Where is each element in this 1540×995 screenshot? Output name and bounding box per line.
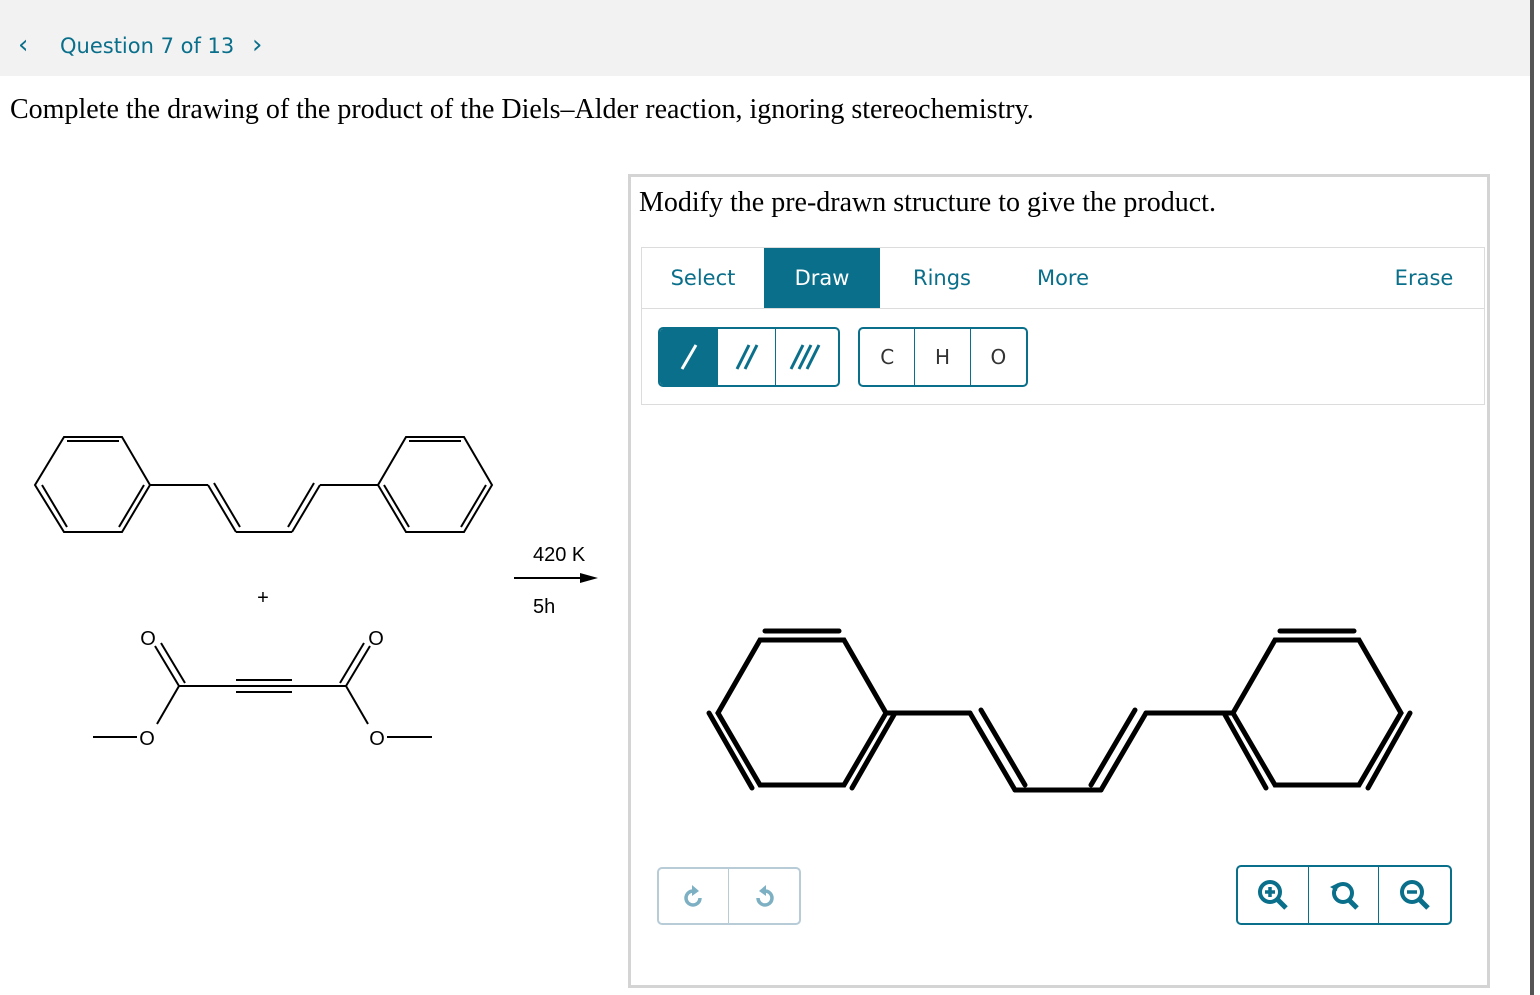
dienophile-structure bbox=[93, 642, 432, 738]
triple-bond-icon bbox=[789, 344, 821, 370]
bond-tool-group bbox=[658, 327, 840, 387]
oxygen-label: O bbox=[368, 628, 384, 650]
question-counter[interactable]: Question 7 of 13 bbox=[60, 34, 234, 58]
zoom-reset-button[interactable] bbox=[1309, 867, 1380, 923]
oxygen-label: O bbox=[139, 728, 155, 750]
history-tool-group bbox=[657, 867, 801, 925]
reaction-arrow bbox=[514, 573, 598, 583]
window-edge bbox=[1530, 0, 1534, 995]
atom-tool-group: C H O bbox=[858, 327, 1028, 387]
tab-rings[interactable]: Rings bbox=[880, 248, 1004, 308]
chevron-left-icon[interactable]: ‹ bbox=[18, 30, 28, 60]
single-bond-button[interactable] bbox=[660, 329, 718, 385]
plus-sign: + bbox=[257, 587, 269, 609]
zoom-out-icon bbox=[1399, 880, 1430, 910]
tab-more[interactable]: More bbox=[1004, 248, 1122, 308]
predrawn-structure[interactable] bbox=[706, 628, 1413, 793]
draw-toolbar: C H O bbox=[641, 309, 1485, 405]
atom-hydrogen-button[interactable]: H bbox=[915, 329, 971, 385]
question-prompt: Complete the drawing of the product of t… bbox=[10, 94, 1034, 125]
triple-bond-button[interactable] bbox=[776, 329, 834, 385]
reaction-temperature: 420 K bbox=[533, 544, 586, 566]
zoom-out-button[interactable] bbox=[1379, 867, 1450, 923]
atom-carbon-button[interactable]: C bbox=[860, 329, 916, 385]
tab-select[interactable]: Select bbox=[642, 248, 764, 308]
double-bond-icon bbox=[735, 344, 758, 370]
diene-structure bbox=[33, 436, 494, 533]
zoom-tool-group bbox=[1236, 865, 1452, 925]
panel-instruction: Modify the pre-drawn structure to give t… bbox=[639, 187, 1216, 218]
zoom-in-button[interactable] bbox=[1238, 867, 1309, 923]
redo-icon bbox=[756, 885, 774, 907]
undo-button[interactable] bbox=[659, 869, 729, 923]
atom-oxygen-button[interactable]: O bbox=[971, 329, 1026, 385]
reaction-time: 5h bbox=[533, 596, 555, 618]
chevron-right-icon[interactable]: › bbox=[252, 30, 262, 60]
oxygen-label: O bbox=[369, 728, 385, 750]
tab-draw[interactable]: Draw bbox=[764, 248, 880, 308]
undo-icon bbox=[683, 885, 702, 907]
double-bond-button[interactable] bbox=[718, 329, 776, 385]
zoom-reset-icon bbox=[1329, 882, 1359, 910]
redo-button[interactable] bbox=[729, 869, 799, 923]
tool-tabs: Select Draw Rings More Erase bbox=[641, 247, 1485, 309]
reaction-scheme: + 420 K 5h O O O O bbox=[33, 436, 598, 750]
oxygen-label: O bbox=[140, 628, 156, 650]
zoom-in-icon bbox=[1257, 880, 1288, 910]
single-bond-icon bbox=[680, 344, 697, 370]
question-nav-bar: ‹ Question 7 of 13 › bbox=[0, 0, 1530, 76]
drawing-panel: Modify the pre-drawn structure to give t… bbox=[628, 174, 1490, 988]
tab-erase[interactable]: Erase bbox=[1362, 248, 1486, 308]
